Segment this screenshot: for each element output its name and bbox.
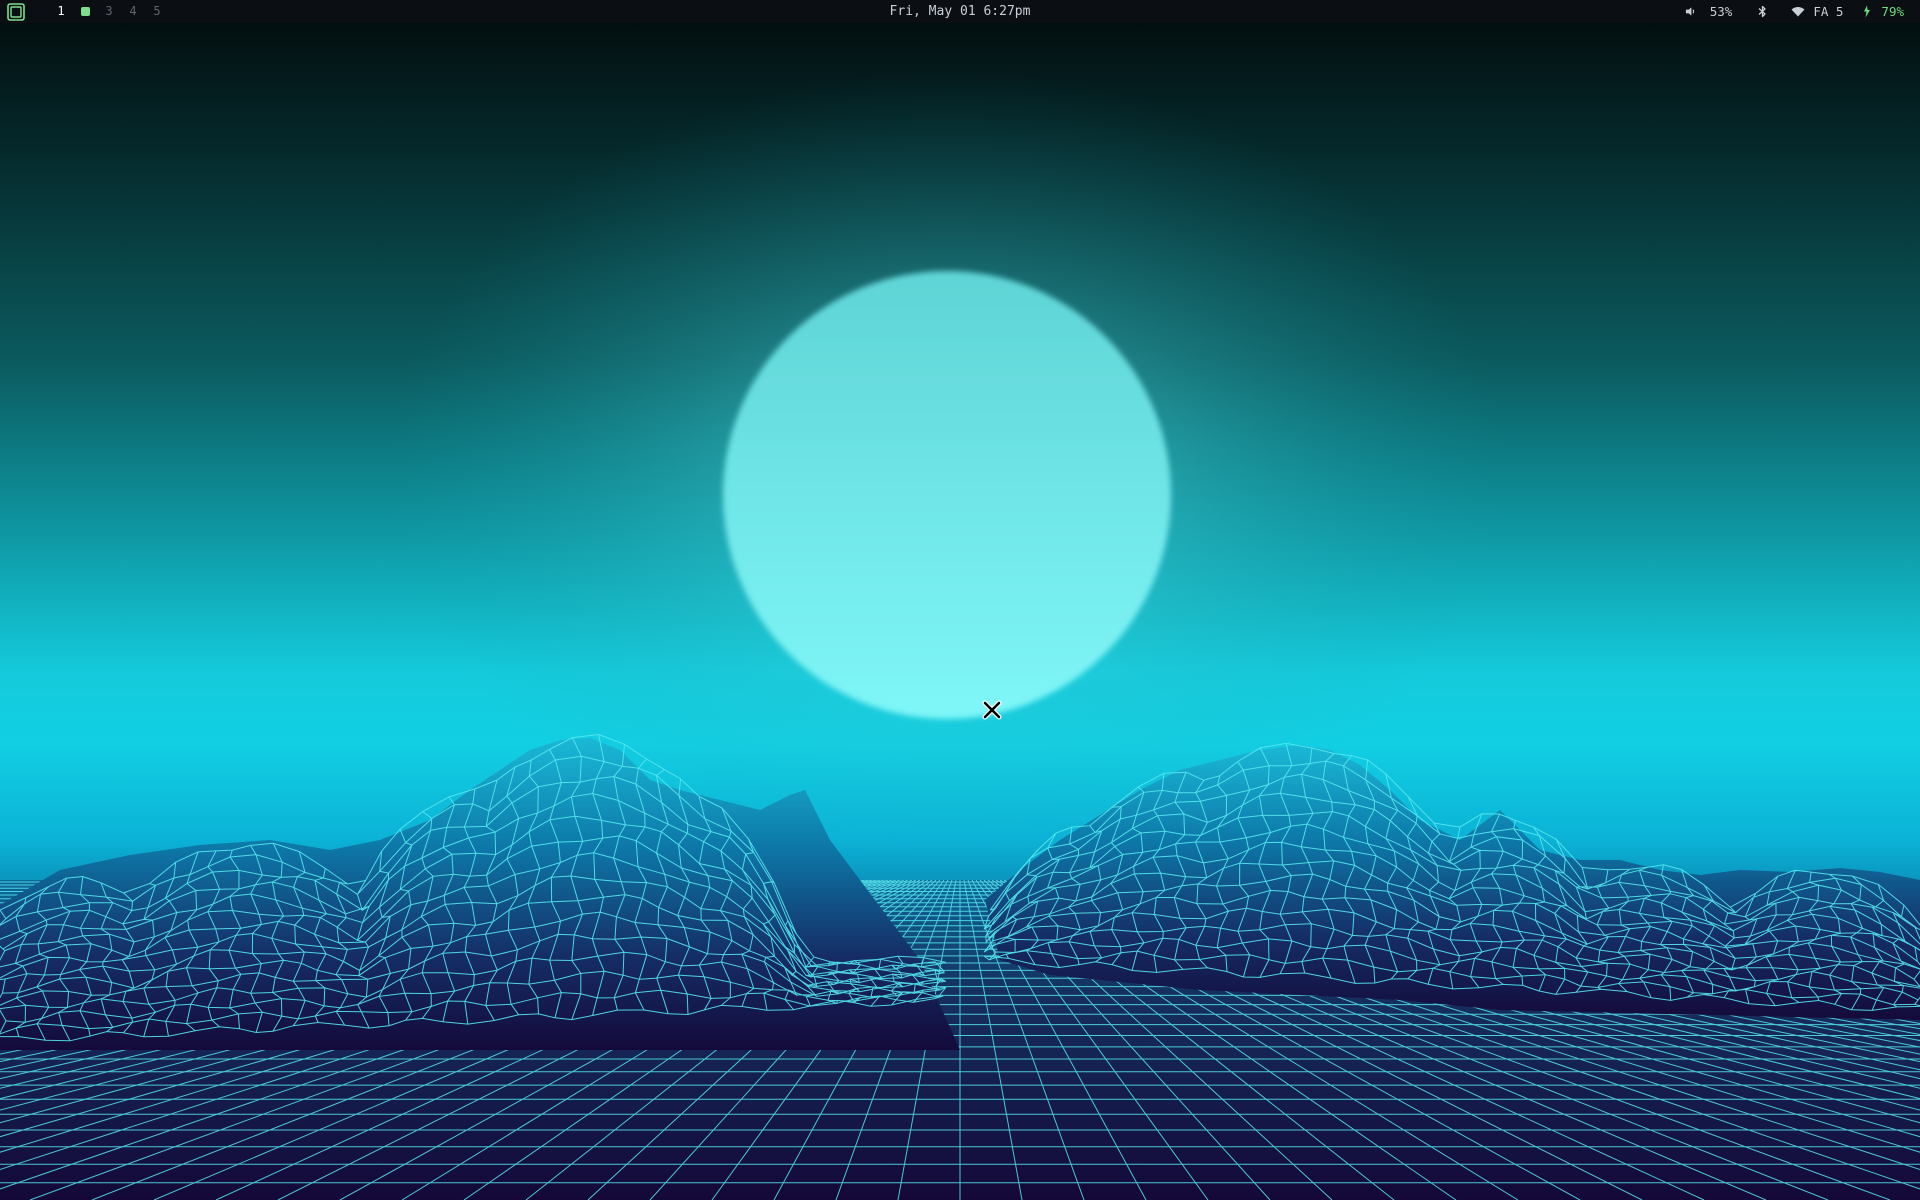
bluetooth-icon — [1758, 5, 1766, 18]
x-cursor-icon — [982, 700, 1002, 720]
launcher-icon — [6, 2, 25, 21]
clock[interactable]: Fri, May 01 6:27pm — [890, 4, 1031, 19]
app-launcher-button[interactable] — [6, 2, 25, 21]
bluetooth-control[interactable] — [1758, 5, 1767, 18]
battery-value: 79% — [1881, 4, 1904, 19]
battery-charging-icon — [1864, 5, 1871, 18]
desktop[interactable]: 1 3 4 5 Fri, May 01 6:27pm 53% FA 5 79% — [0, 0, 1920, 1200]
wifi-control[interactable]: FA 5 — [1791, 0, 1843, 23]
workspace-occupied-indicator — [80, 7, 90, 16]
workspace-area: 1 3 4 5 — [6, 0, 169, 23]
top-bar: 1 3 4 5 Fri, May 01 6:27pm 53% FA 5 79% — [0, 0, 1920, 23]
workspace-5[interactable]: 5 — [145, 0, 169, 23]
battery-status[interactable]: 79% — [1863, 0, 1904, 23]
system-tray: 53% FA 5 79% — [1665, 0, 1904, 23]
workspace-4[interactable]: 4 — [121, 0, 145, 23]
workspace-1[interactable]: 1 — [49, 0, 73, 23]
wifi-network-name: FA 5 — [1813, 4, 1844, 19]
wifi-icon — [1791, 7, 1805, 17]
volume-value: 53% — [1709, 4, 1733, 19]
wallpaper — [0, 0, 1920, 1200]
volume-control[interactable]: 53% — [1685, 0, 1733, 23]
clock-area: Fri, May 01 6:27pm — [0, 0, 1920, 23]
workspace-2[interactable] — [73, 0, 97, 23]
workspace-3[interactable]: 3 — [97, 0, 121, 23]
speaker-icon — [1685, 7, 1694, 16]
